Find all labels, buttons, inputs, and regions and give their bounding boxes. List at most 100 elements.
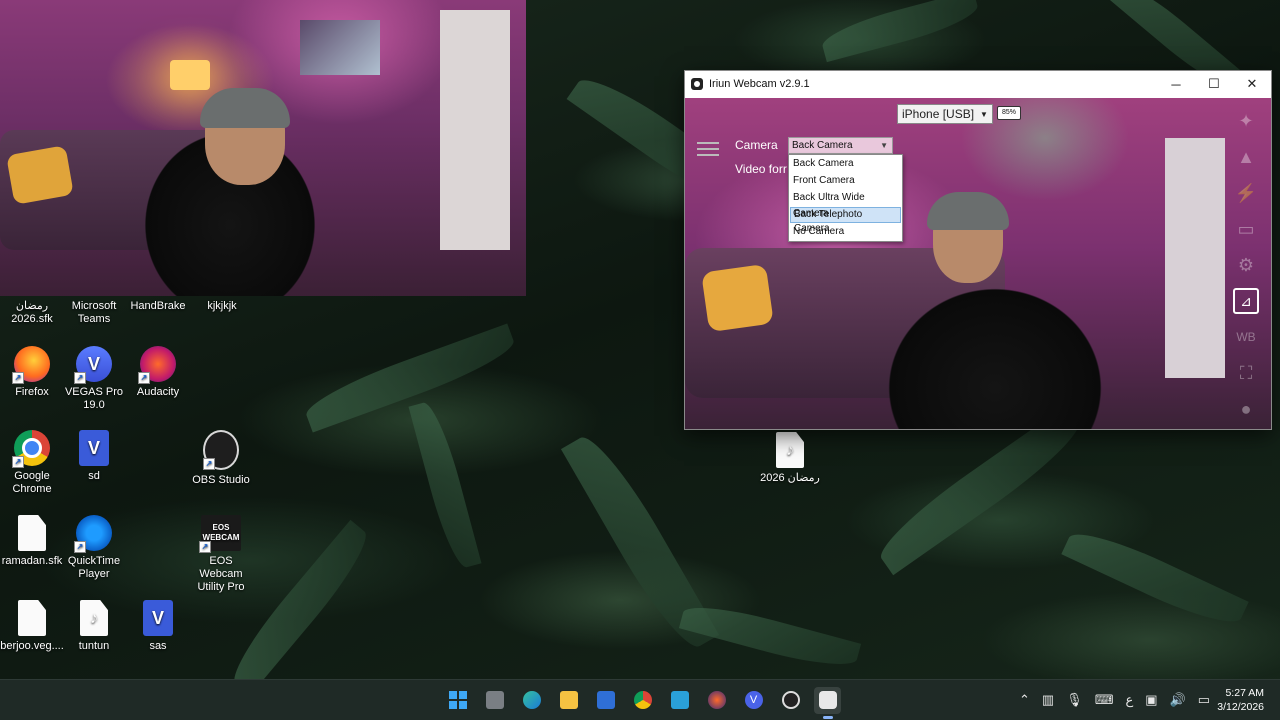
camera-option-front[interactable]: Front Camera [790,173,901,189]
flashlight-icon[interactable]: ✦ [1233,108,1259,134]
battery-icon[interactable]: ▭ [1198,692,1210,708]
fullscreen-icon[interactable]: ⛶ [1233,360,1259,386]
reader-icon[interactable]: ▥ [1042,692,1054,708]
camera-option-none[interactable]: No Camera [790,224,901,240]
webcam-preview [0,0,526,296]
camera-option-back[interactable]: Back Camera [790,156,901,172]
menu-icon[interactable] [697,138,719,156]
firefox-icon: ↗ [12,346,50,384]
volume-icon[interactable]: 🔊 [1170,692,1186,708]
camera-option-telephoto[interactable]: Back Telephoto Camera [790,207,901,234]
taskbar-remote-desktop[interactable] [666,687,693,714]
side-toolbar: ✦ ▲ ⚡ ▭ ⚙ ⊿ WB ⛶ ● [1231,108,1261,429]
desktop-icon-quicktime[interactable]: ↗ QuickTime Player [62,515,126,581]
icon-label: رمضان 2026.sfk [11,300,53,325]
desktop-icon-kjkjkjk[interactable]: kjkjkjk [190,300,254,313]
desktop-icon-sas[interactable]: V sas [126,600,190,653]
device-select[interactable]: iPhone [USB] ▼ [897,104,993,124]
icon-label: Microsoft Teams [71,300,117,325]
monitor-icon [670,691,689,709]
desktop-icon-berjoo[interactable]: berjoo.veg.... [0,600,64,653]
icon-label: sd [88,470,100,482]
desktop-icon-firefox[interactable]: ↗ Firefox [0,346,64,399]
flash-icon[interactable]: ⚡ [1233,180,1259,206]
language-indicator[interactable]: ع [1125,692,1133,708]
desktop-icon-ramadan-sfk[interactable]: ramadan.sfk [0,515,64,568]
settings-icon[interactable]: ⚙ [1233,252,1259,278]
chrome-icon [633,691,652,709]
icon-label: QuickTime Player [67,555,121,580]
icon-label: kjkjkjk [207,300,237,312]
chevron-up-icon[interactable]: ⌃ [1019,692,1030,708]
desktop-icon-obs[interactable]: ↗ OBS Studio [189,430,253,487]
icon-label: EOS Webcam Utility Pro [197,555,245,593]
camera-select[interactable]: Back Camera ▼ [788,137,893,154]
window-titlebar[interactable]: Iriun Webcam v2.9.1 ─ ☐ ✕ [685,71,1271,97]
icon-label: HandBrake [130,300,186,312]
network-icon[interactable]: ▣ [1145,692,1157,708]
desktop-icon-eos-webcam[interactable]: EOS WEBCAM ↗ EOS Webcam Utility Pro [189,515,253,594]
system-tray: ⌃ ▥ 🎙 ⌨ ع ▣ 🔊 ▭ [1019,680,1210,720]
task-view-icon [485,691,504,709]
exposure-icon[interactable]: ⊿ [1233,288,1259,314]
taskbar-chrome[interactable] [629,687,656,714]
icon-label: Google Chrome [12,470,52,495]
maximize-icon[interactable]: ☐ [1195,71,1233,97]
folder-icon [559,691,578,709]
taskbar-vegas[interactable]: V [740,687,767,714]
desktop-icon-audacity[interactable]: ↗ Audacity [126,346,190,399]
desktop-icon-teams[interactable]: Microsoft Teams [62,300,126,326]
desktop-icon-ramadan-wav[interactable]: ♪ رمضان 2026 [758,432,822,485]
camera-label: Camera [735,138,778,152]
desktop-icon-vegas-pro[interactable]: V ↗ VEGAS Pro 19.0 [62,346,126,412]
windows-logo-icon [448,691,467,709]
zoom-icon[interactable]: ▭ [1233,216,1259,242]
icon-label: berjoo.veg.... [0,640,64,652]
chevron-down-icon: ▼ [880,141,888,150]
icon-label: tuntun [78,640,110,652]
desktop-icon-sd[interactable]: V sd [62,430,126,483]
task-view-button[interactable] [481,687,508,714]
file-icon [18,600,46,636]
desktop-icon-tuntun[interactable]: ♪ tuntun [62,600,126,653]
taskbar-file-explorer[interactable] [555,687,582,714]
focus-icon[interactable]: ▲ [1233,144,1259,170]
clock-date: 3/12/2026 [1217,701,1264,713]
desktop-icon-handbrake[interactable]: HandBrake [126,300,190,313]
veg-file-icon: V [79,430,109,466]
minimize-icon[interactable]: ─ [1157,71,1195,97]
mirror-icon[interactable]: ● [1233,396,1259,422]
taskbar-obs[interactable] [777,687,804,714]
keyboard-icon[interactable]: ⌨ [1095,692,1114,708]
edge-icon [522,691,541,709]
iriun-webcam-window[interactable]: Iriun Webcam v2.9.1 ─ ☐ ✕ iPhone [USB] ▼… [684,70,1272,430]
taskbar-store[interactable] [592,687,619,714]
vegas-icon: V ↗ [74,346,112,384]
person-cap [200,88,290,128]
clock[interactable]: 5:27 AM 3/12/2026 [1217,686,1264,714]
taskbar: V ⌃ ▥ 🎙 ⌨ ع ▣ 🔊 ▭ 5:27 AM 3/12/2026 [0,679,1280,720]
white-balance-icon[interactable]: WB [1233,324,1259,350]
camera-option-ultra-wide[interactable]: Back Ultra Wide Camera [790,190,901,219]
microphone-icon[interactable]: 🎙 [1066,692,1083,708]
shortcut-arrow-icon: ↗ [203,458,215,470]
wav-file-icon: ♪ [80,600,108,636]
iriun-app-icon [691,78,703,90]
icon-label: OBS Studio [192,474,250,486]
close-icon[interactable]: ✕ [1233,71,1271,97]
taskbar-edge[interactable] [518,687,545,714]
start-button[interactable] [444,687,471,714]
pillow [701,263,774,333]
taskbar-apps: V [444,680,841,720]
quicktime-icon: ↗ [74,515,112,553]
desktop-icon-chrome[interactable]: ↗ Google Chrome [0,430,64,496]
camera-dropdown-list[interactable]: Back Camera Front Camera Back Ultra Wide… [788,154,903,242]
taskbar-iriun[interactable] [814,686,841,719]
iriun-app-icon [818,691,837,709]
desktop-icon-sfk-arabic[interactable]: رمضان 2026.sfk [0,300,64,326]
veg-file-icon: V [143,600,173,636]
door [1165,138,1225,378]
chrome-icon: ↗ [12,430,50,468]
icon-label: sas [149,640,167,652]
taskbar-audacity[interactable] [703,687,730,714]
